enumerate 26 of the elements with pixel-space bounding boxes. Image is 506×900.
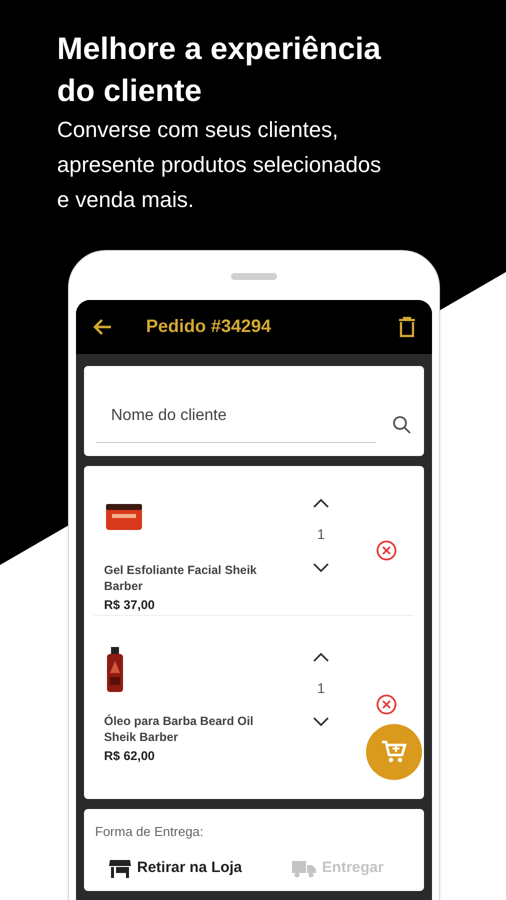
headline: Melhore a experiência do cliente [57,30,382,110]
cart-plus-icon [381,740,407,764]
chevron-up-icon[interactable] [313,498,329,508]
app-bar-title: Pedido #34294 [146,315,272,338]
quantity-value: 1 [317,524,325,544]
delivery-option[interactable]: Retirar na Loja [109,857,242,880]
product-name: Óleo para Barba Beard Oil Sheik Barber [104,713,254,746]
chevron-down-icon[interactable] [313,562,329,573]
remove-icon[interactable] [376,694,396,715]
remove-icon[interactable] [376,540,396,561]
store-icon [109,858,131,879]
search-icon[interactable] [392,414,412,435]
speaker-grille [231,273,277,280]
truck-icon [292,860,316,878]
product-price: R$ 62,00 [104,748,156,766]
product-name: Gel Esfoliante Facial Sheik Barber [104,562,258,594]
chevron-down-icon[interactable] [313,716,329,727]
customer-name-field[interactable]: Nome do cliente [96,404,376,443]
back-arrow-icon[interactable] [92,318,112,336]
customer-search-bar[interactable]: Nome do cliente [84,366,424,456]
quantity-value: 1 [317,678,325,698]
product-price: R$ 37,00 [104,596,156,614]
trash-icon[interactable] [398,316,416,338]
chevron-up-icon[interactable] [313,652,329,662]
subheadline: Converse com seus clientes, apresente produtos selecionados e venda mais. [57,116,382,214]
delivery-label: Forma de Entrega: [95,822,204,841]
